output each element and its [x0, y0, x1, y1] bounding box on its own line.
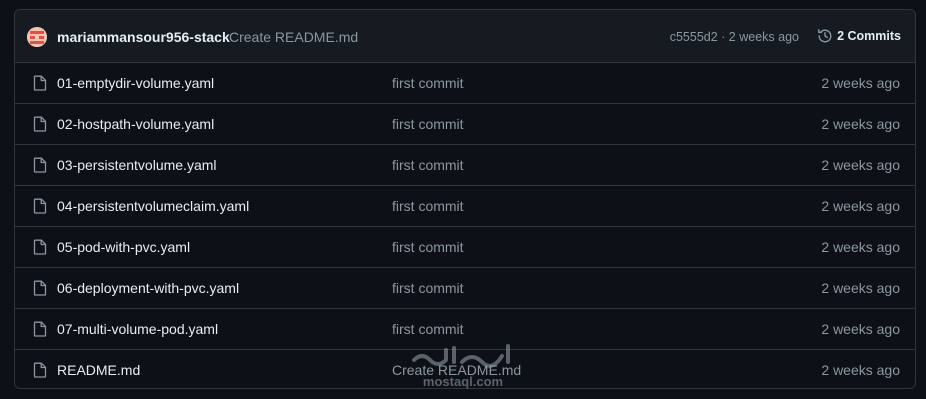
file-commit-time: 2 weeks ago: [821, 321, 900, 337]
file-icon: [33, 198, 47, 214]
file-icon: [33, 157, 47, 173]
file-commit-time: 2 weeks ago: [821, 75, 900, 91]
file-name-link[interactable]: 03-persistentvolume.yaml: [57, 157, 217, 174]
commits-history-button[interactable]: 2 Commits: [817, 26, 901, 46]
file-commit-message-link[interactable]: Create README.md: [392, 362, 521, 379]
file-commit-time: 2 weeks ago: [821, 116, 900, 132]
file-commit-message-link[interactable]: first commit: [392, 239, 464, 256]
file-list: 01-emptydir-volume.yaml first commit 2 w…: [15, 63, 915, 388]
file-commit-message-link[interactable]: first commit: [392, 75, 464, 92]
file-icon: [33, 280, 47, 296]
file-name-link[interactable]: 06-deployment-with-pvc.yaml: [57, 280, 239, 297]
avatar[interactable]: [27, 27, 47, 47]
file-name-link[interactable]: 07-multi-volume-pod.yaml: [57, 321, 218, 338]
file-row[interactable]: 01-emptydir-volume.yaml first commit 2 w…: [15, 63, 915, 104]
file-commit-time: 2 weeks ago: [821, 198, 900, 214]
file-name-link[interactable]: 04-persistentvolumeclaim.yaml: [57, 198, 249, 215]
file-row[interactable]: 07-multi-volume-pod.yaml first commit 2 …: [15, 309, 915, 350]
file-commit-time: 2 weeks ago: [821, 239, 900, 255]
file-icon: [33, 75, 47, 91]
file-icon: [33, 362, 47, 378]
commit-author-link[interactable]: mariammansour956-stack: [57, 28, 230, 46]
file-name-link[interactable]: 01-emptydir-volume.yaml: [57, 75, 214, 92]
file-row[interactable]: 04-persistentvolumeclaim.yaml first comm…: [15, 186, 915, 227]
latest-commit-message[interactable]: Create README.md: [229, 28, 358, 46]
commits-count-label: 2 Commits: [837, 29, 901, 43]
file-commit-time: 2 weeks ago: [821, 362, 900, 378]
file-name-link[interactable]: 02-hostpath-volume.yaml: [57, 116, 214, 133]
commit-hash-time[interactable]: c5555d2 · 2 weeks ago: [670, 29, 799, 45]
file-icon: [33, 321, 47, 337]
file-icon: [33, 116, 47, 132]
file-browser-panel: mariammansour956-stack Create README.md …: [14, 9, 916, 389]
file-row[interactable]: 03-persistentvolume.yaml first commit 2 …: [15, 145, 915, 186]
file-row[interactable]: 05-pod-with-pvc.yaml first commit 2 week…: [15, 227, 915, 268]
file-name-link[interactable]: 05-pod-with-pvc.yaml: [57, 239, 190, 256]
latest-commit-header: mariammansour956-stack Create README.md …: [15, 10, 915, 63]
file-commit-message-link[interactable]: first commit: [392, 157, 464, 174]
file-commit-message-link[interactable]: first commit: [392, 198, 464, 215]
file-commit-message-link[interactable]: first commit: [392, 280, 464, 297]
file-commit-time: 2 weeks ago: [821, 280, 900, 296]
file-icon: [33, 239, 47, 255]
file-name-link[interactable]: README.md: [57, 362, 140, 379]
history-icon: [817, 28, 833, 44]
file-row[interactable]: README.md Create README.md 2 weeks ago: [15, 350, 915, 388]
file-commit-message-link[interactable]: first commit: [392, 321, 464, 338]
file-row[interactable]: 06-deployment-with-pvc.yaml first commit…: [15, 268, 915, 309]
file-commit-message-link[interactable]: first commit: [392, 116, 464, 133]
file-row[interactable]: 02-hostpath-volume.yaml first commit 2 w…: [15, 104, 915, 145]
file-commit-time: 2 weeks ago: [821, 157, 900, 173]
